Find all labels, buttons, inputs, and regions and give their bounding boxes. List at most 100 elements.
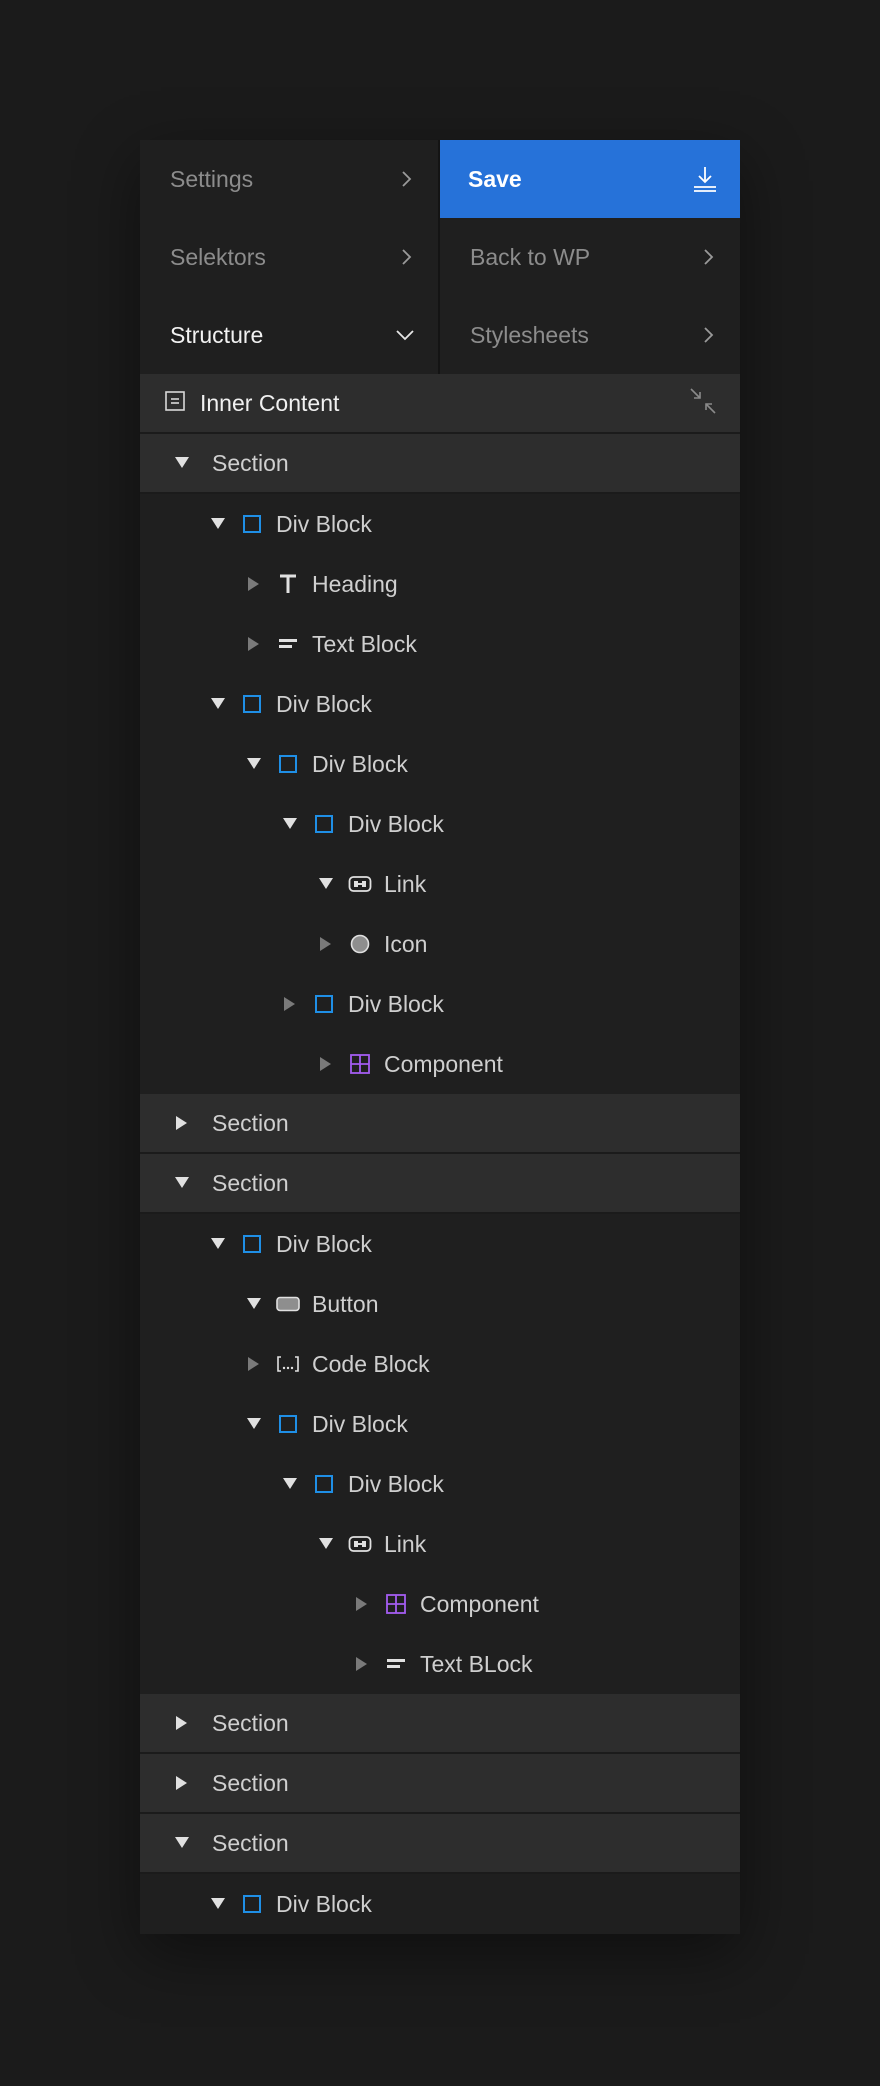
- component-icon: [348, 1052, 372, 1076]
- div-block-icon: [276, 1412, 300, 1436]
- structure-tree: Section Div Block Heading Text Block Div Blo…: [140, 434, 740, 1934]
- download-icon: [692, 165, 718, 193]
- tree-row[interactable]: Div Block: [140, 734, 740, 794]
- node-label: Div Block: [276, 1890, 372, 1917]
- caret-right-icon[interactable]: [344, 1646, 380, 1682]
- save-button[interactable]: Save: [440, 140, 740, 218]
- component-icon: [384, 1592, 408, 1616]
- node-label: Div Block: [276, 1230, 372, 1257]
- tree-row[interactable]: Button: [140, 1274, 740, 1334]
- tree-row[interactable]: Link: [140, 854, 740, 914]
- menu-item-back-to-wp[interactable]: Back to WP: [440, 218, 740, 296]
- caret-right-icon[interactable]: [308, 926, 344, 962]
- caret-right-icon[interactable]: [344, 1586, 380, 1622]
- div-block-icon: [240, 512, 264, 536]
- node-label: Div Block: [312, 1410, 408, 1437]
- tree-row[interactable]: Div Block: [140, 1214, 740, 1274]
- tree-row[interactable]: Div Block: [140, 974, 740, 1034]
- tree-section-row[interactable]: Section: [140, 1754, 740, 1814]
- tree-row[interactable]: Div Block: [140, 674, 740, 734]
- node-label: Div Block: [348, 990, 444, 1017]
- section-label: Section: [212, 1769, 289, 1796]
- tree-section-row[interactable]: Section: [140, 1094, 740, 1154]
- node-label: Link: [384, 870, 427, 897]
- tree-row[interactable]: Component: [140, 1574, 740, 1634]
- caret-down-icon[interactable]: [272, 1466, 308, 1502]
- caret-down-icon[interactable]: [200, 686, 236, 722]
- node-label: Text Block: [312, 630, 417, 657]
- div-block-icon: [240, 692, 264, 716]
- caret-right-icon[interactable]: [164, 1105, 200, 1141]
- structure-panel: Settings Selektors Structure Save Back t…: [140, 140, 740, 1934]
- panel-menu: Settings Selektors Structure Save Back t…: [140, 140, 740, 374]
- caret-right-icon[interactable]: [236, 1346, 272, 1382]
- menu-item-label: Selektors: [170, 243, 266, 270]
- tree-row[interactable]: Component: [140, 1034, 740, 1094]
- tree-row[interactable]: Div Block: [140, 794, 740, 854]
- caret-right-icon[interactable]: [272, 986, 308, 1022]
- node-label: Text BLock: [420, 1650, 533, 1677]
- menu-item-structure[interactable]: Structure: [140, 296, 438, 374]
- caret-right-icon[interactable]: [308, 1046, 344, 1082]
- caret-down-icon[interactable]: [164, 1165, 200, 1201]
- tree-row[interactable]: Div Block: [140, 1394, 740, 1454]
- tree-row[interactable]: Div Block: [140, 494, 740, 554]
- node-label: Div Block: [312, 750, 408, 777]
- caret-right-icon[interactable]: [164, 1765, 200, 1801]
- tree-row[interactable]: Code Block: [140, 1334, 740, 1394]
- tree-row[interactable]: Div Block: [140, 1874, 740, 1934]
- menu-item-label: Settings: [170, 165, 254, 192]
- node-label: Component: [420, 1590, 539, 1617]
- node-label: Button: [312, 1290, 379, 1317]
- caret-down-icon[interactable]: [236, 746, 272, 782]
- code-block-icon: [276, 1352, 300, 1376]
- tree-row[interactable]: Text Block: [140, 614, 740, 674]
- tree-section-row[interactable]: Section: [140, 1154, 740, 1214]
- caret-down-icon[interactable]: [236, 1406, 272, 1442]
- caret-down-icon[interactable]: [200, 1886, 236, 1922]
- menu-item-stylesheets[interactable]: Stylesheets: [440, 296, 740, 374]
- node-label: Div Block: [348, 1470, 444, 1497]
- chevron-right-icon: [396, 247, 416, 267]
- tree-row[interactable]: Heading: [140, 554, 740, 614]
- collapse-icon[interactable]: [688, 386, 718, 421]
- tree-row[interactable]: Div Block: [140, 1454, 740, 1514]
- tree-row[interactable]: Icon: [140, 914, 740, 974]
- caret-right-icon[interactable]: [236, 626, 272, 662]
- div-block-icon: [312, 1472, 336, 1496]
- inner-content-header[interactable]: Inner Content: [140, 374, 740, 434]
- caret-right-icon[interactable]: [236, 566, 272, 602]
- caret-right-icon[interactable]: [164, 1705, 200, 1741]
- chevron-right-icon: [396, 169, 416, 189]
- menu-item-label: Stylesheets: [470, 321, 589, 348]
- link-icon: [348, 1532, 372, 1556]
- menu-item-label: Structure: [170, 321, 264, 348]
- caret-down-icon[interactable]: [236, 1286, 272, 1322]
- node-label: Div Block: [276, 510, 372, 537]
- button-icon: [276, 1292, 300, 1316]
- caret-down-icon[interactable]: [272, 806, 308, 842]
- tree-row[interactable]: Text BLock: [140, 1634, 740, 1694]
- text-block-icon: [276, 632, 300, 656]
- icon-element-icon: [348, 932, 372, 956]
- caret-down-icon[interactable]: [200, 506, 236, 542]
- caret-down-icon[interactable]: [164, 1825, 200, 1861]
- menu-right-column: Save Back to WP Stylesheets: [440, 140, 740, 374]
- tree-section-row[interactable]: Section: [140, 1694, 740, 1754]
- tree-section-row[interactable]: Section: [140, 434, 740, 494]
- tree-row[interactable]: Link: [140, 1514, 740, 1574]
- node-label: Heading: [312, 570, 398, 597]
- div-block-icon: [312, 812, 336, 836]
- node-label: Component: [384, 1050, 503, 1077]
- inner-content-title: Inner Content: [200, 389, 340, 416]
- link-icon: [348, 872, 372, 896]
- tree-section-row[interactable]: Section: [140, 1814, 740, 1874]
- menu-item-settings[interactable]: Settings: [140, 140, 438, 218]
- div-block-icon: [276, 752, 300, 776]
- caret-down-icon[interactable]: [164, 445, 200, 481]
- menu-item-selektors[interactable]: Selektors: [140, 218, 438, 296]
- caret-down-icon[interactable]: [308, 1526, 344, 1562]
- caret-down-icon[interactable]: [308, 866, 344, 902]
- caret-down-icon[interactable]: [200, 1226, 236, 1262]
- menu-left-column: Settings Selektors Structure: [140, 140, 440, 374]
